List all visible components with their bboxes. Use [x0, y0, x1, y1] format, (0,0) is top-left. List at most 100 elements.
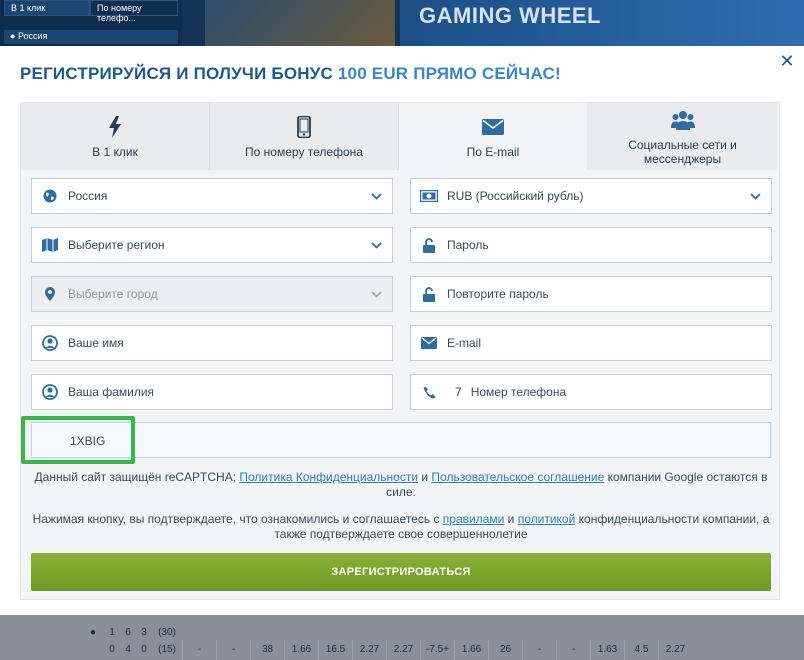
background-odds-cell: 2.27 — [658, 640, 692, 660]
chevron-down-icon — [739, 178, 771, 214]
consent-notice-and: и — [504, 512, 518, 526]
chevron-down-icon — [360, 227, 392, 263]
background-odds-cell: 1.63 — [590, 640, 624, 660]
background-tab-one-click[interactable]: В 1 клик — [4, 0, 90, 16]
globe-icon — [32, 178, 68, 214]
background-odds-row: ● 1 6 3 (30) — [90, 627, 182, 638]
consent-notice-text: Нажимая кнопку, вы подтверждаете, что оз… — [32, 512, 443, 526]
money-icon — [411, 178, 447, 214]
email-placeholder: E-mail — [447, 336, 482, 350]
envelope-icon — [411, 325, 447, 361]
background-odds-cell: 26 — [488, 640, 522, 660]
terms-link[interactable]: Пользовательское соглашение — [431, 470, 604, 484]
recaptcha-notice-text: Данный сайт защищён reCAPTCHA; — [34, 470, 240, 484]
promo-code-field[interactable]: 1XBIG — [31, 422, 771, 458]
background-odds-cell: 16.5 — [318, 640, 352, 660]
background-odds-cell: - — [522, 640, 556, 660]
consent-notice: Нажимая кнопку, вы подтверждаете, что оз… — [21, 512, 781, 542]
background-odds-cell: -7.5+ — [420, 640, 454, 660]
password-field[interactable]: Пароль — [410, 227, 772, 263]
background-odds-row: 0 4 0 (15) - -38 1.66 16.5 2.27 2.27 -7.5+ 1.66 26- -… — [104, 640, 692, 660]
background-odds-cell: 0 — [141, 644, 147, 655]
rules-link[interactable]: правилами — [443, 512, 505, 526]
phone-handset-icon — [411, 374, 447, 410]
phone-country-code: 7 — [455, 385, 462, 399]
background-odds-cell: - — [216, 640, 250, 660]
user-circle-icon — [32, 374, 68, 410]
chevron-down-icon — [360, 178, 392, 214]
country-value: Россия — [68, 189, 108, 203]
last-name-placeholder: Ваша фамилия — [68, 385, 155, 399]
phone-icon — [297, 115, 311, 139]
background-odds-cell: - — [556, 640, 590, 660]
first-name-placeholder: Ваше имя — [68, 336, 124, 350]
chevron-down-icon — [360, 276, 392, 312]
city-value: Выберите город — [68, 287, 158, 301]
tab-one-click[interactable]: В 1 клик — [21, 103, 210, 170]
country-select[interactable]: Россия — [31, 178, 393, 214]
repeat-password-placeholder: Повторите пароль — [447, 287, 549, 301]
phone-placeholder: Номер телефона — [470, 385, 567, 399]
tab-social[interactable]: Социальные сети и мессенджеры — [588, 103, 777, 170]
modal-title-main: РЕГИСТРИРУЙСЯ И ПОЛУЧИ БОНУС — [20, 64, 338, 83]
privacy-policy-link[interactable]: Политика Конфиденциальности — [239, 470, 418, 484]
privacy-link[interactable]: политикой — [518, 512, 576, 526]
background-banner-title: GAMING WHEEL — [419, 3, 601, 28]
background-odds-cell: 4.5 — [624, 640, 658, 660]
tab-email[interactable]: По E-mail — [399, 103, 588, 170]
background-odds-cell: 2.27 — [386, 640, 420, 660]
map-marker-icon — [32, 276, 68, 312]
first-name-field[interactable]: Ваше имя — [31, 325, 393, 361]
lightning-icon — [108, 115, 122, 139]
background-odds-cell: 3 — [141, 627, 147, 638]
background-odds-cell: 6 — [125, 627, 131, 638]
registration-form: В 1 клик По номеру телефона По E-mail Со… — [20, 102, 780, 600]
background-odds-cell: (15) — [158, 644, 176, 655]
background-odds-cell: 1 — [109, 627, 115, 638]
phone-field[interactable]: 7 Номер телефона — [410, 374, 772, 410]
recaptcha-notice: Данный сайт защищён reCAPTCHA; Политика … — [21, 470, 781, 500]
envelope-icon — [482, 115, 504, 139]
modal-title-accent: 100 EUR ПРЯМО СЕЙЧАС! — [337, 64, 561, 83]
city-select[interactable]: Выберите город — [31, 276, 393, 312]
background-left-panel: В 1 клик По номеру телефо... ● Россия — [0, 0, 182, 46]
users-icon — [670, 108, 695, 132]
modal-title: РЕГИСТРИРУЙСЯ И ПОЛУЧИ БОНУС 100 EUR ПРЯ… — [20, 64, 561, 84]
tab-phone[interactable]: По номеру телефона — [210, 103, 399, 170]
background-odds-icon: ● — [90, 627, 97, 638]
repeat-password-field[interactable]: Повторите пароль — [410, 276, 772, 312]
email-field[interactable]: E-mail — [410, 325, 772, 361]
currency-select[interactable]: RUB (Российский рубль) — [410, 178, 772, 214]
background-odds-cell: (30) — [158, 627, 176, 638]
tab-phone-label: По номеру телефона — [245, 144, 363, 159]
unlock-icon — [411, 227, 447, 263]
background-country-select[interactable]: ● Россия — [4, 30, 178, 44]
background-country-label: Россия — [17, 31, 48, 41]
background-odds-cell: 38 — [250, 640, 284, 660]
registration-tabs: В 1 клик По номеру телефона По E-mail Со… — [21, 103, 781, 170]
close-icon: ✕ — [779, 51, 795, 71]
password-placeholder: Пароль — [447, 238, 489, 252]
close-button[interactable]: ✕ — [778, 52, 796, 70]
unlock-icon — [411, 276, 447, 312]
map-icon — [32, 227, 68, 263]
background-odds-cell: - — [182, 640, 216, 660]
background-odds-table: ● 1 6 3 (30) 0 4 0 (15) - -38 1.66 16.5 2.27 2.27… — [0, 615, 804, 660]
background-odds-cell: 1.66 — [284, 640, 318, 660]
user-circle-icon — [32, 325, 68, 361]
background-banner-image — [205, 0, 395, 46]
background-odds-cell: 4 — [125, 644, 131, 655]
promo-code-highlight — [21, 416, 135, 464]
register-button[interactable]: ЗАРЕГИСТРИРОВАТЬСЯ — [31, 553, 771, 591]
registration-modal: РЕГИСТРИРУЙСЯ И ПОЛУЧИ БОНУС 100 EUR ПРЯ… — [0, 46, 804, 615]
last-name-field[interactable]: Ваша фамилия — [31, 374, 393, 410]
region-select[interactable]: Выберите регион — [31, 227, 393, 263]
tab-social-label: Социальные сети и мессенджеры — [628, 137, 737, 166]
region-value: Выберите регион — [68, 238, 165, 252]
background-odds-cell: 2.27 — [352, 640, 386, 660]
background-odds-cell: 0 — [109, 644, 115, 655]
background-tab-phone[interactable]: По номеру телефо... — [90, 0, 178, 23]
tab-one-click-label: В 1 клик — [92, 144, 138, 159]
recaptcha-notice-and: и — [418, 470, 432, 484]
tab-email-label: По E-mail — [466, 144, 520, 159]
